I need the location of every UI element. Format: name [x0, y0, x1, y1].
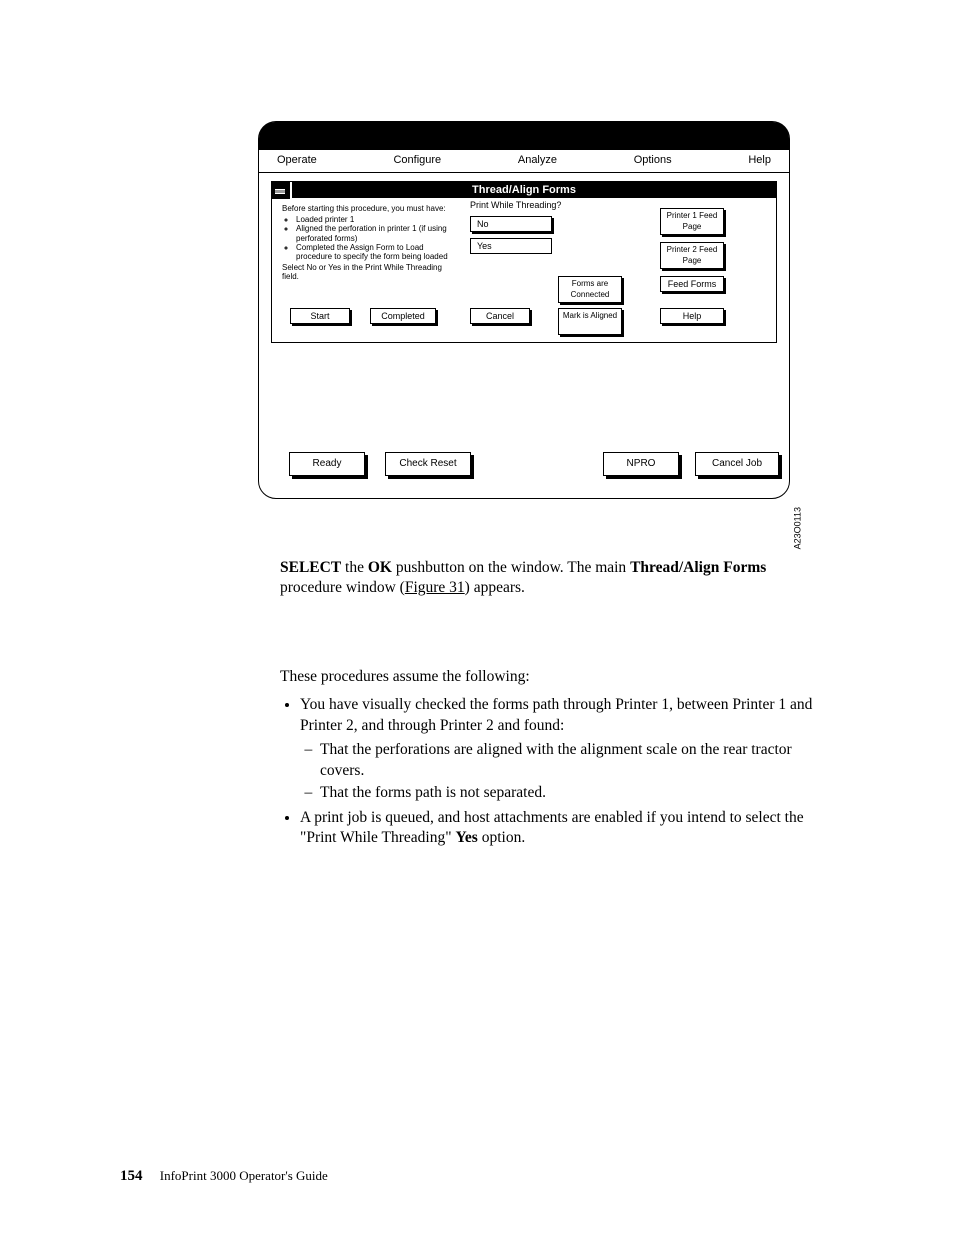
- page-footer: 154 InfoPrint 3000 Operator's Guide: [120, 1168, 328, 1185]
- bullet-forms-path: You have visually checked the forms path…: [300, 695, 814, 803]
- menu-options[interactable]: Options: [634, 154, 672, 166]
- cancel-job-button[interactable]: Cancel Job: [695, 452, 779, 476]
- subbullet-not-separated: That the forms path is not separated.: [320, 783, 814, 803]
- yes-button[interactable]: Yes: [470, 238, 552, 254]
- subbullet-perforations: That the perforations are aligned with t…: [320, 740, 814, 781]
- menu-operate[interactable]: Operate: [277, 154, 317, 166]
- printer1-feed-page-button[interactable]: Printer 1 Feed Page: [660, 208, 724, 235]
- book-title: InfoPrint 3000 Operator's Guide: [160, 1168, 328, 1183]
- no-button[interactable]: No: [470, 216, 552, 232]
- instructions-text: Before starting this procedure, you must…: [282, 204, 457, 282]
- dialog-title-text: Thread/Align Forms: [472, 184, 576, 196]
- select-bold: SELECT: [280, 559, 341, 576]
- figure-screenshot: Operate Configure Analyze Options Help T…: [258, 121, 792, 501]
- body-text: SELECT the OK pushbutton on the window. …: [280, 558, 814, 855]
- feed-forms-button[interactable]: Feed Forms: [660, 276, 724, 292]
- print-while-threading-label: Print While Threading?: [470, 200, 561, 210]
- figure-id: A23O0113: [792, 507, 802, 549]
- forms-connected-button[interactable]: Forms are Connected: [558, 276, 622, 303]
- ready-button[interactable]: Ready: [289, 452, 365, 476]
- thread-align-dialog: Thread/Align Forms Before starting this …: [271, 181, 777, 343]
- menu-analyze[interactable]: Analyze: [518, 154, 557, 166]
- procedures-assume: These procedures assume the following:: [280, 667, 814, 687]
- mark-aligned-button[interactable]: Mark is Aligned: [558, 308, 622, 335]
- menu-bar: Operate Configure Analyze Options Help: [259, 150, 789, 173]
- app-window: Operate Configure Analyze Options Help T…: [258, 121, 790, 499]
- help-button[interactable]: Help: [660, 308, 724, 324]
- npro-button[interactable]: NPRO: [603, 452, 679, 476]
- check-reset-button[interactable]: Check Reset: [385, 452, 471, 476]
- title-bar: [259, 122, 789, 150]
- cancel-button[interactable]: Cancel: [470, 308, 530, 324]
- menu-help[interactable]: Help: [748, 154, 771, 166]
- start-button[interactable]: Start: [290, 308, 350, 324]
- printer2-feed-page-button[interactable]: Printer 2 Feed Page: [660, 242, 724, 269]
- page-number: 154: [120, 1168, 143, 1184]
- dialog-title: Thread/Align Forms: [272, 182, 776, 198]
- menu-configure[interactable]: Configure: [393, 154, 441, 166]
- system-menu-icon[interactable]: [272, 182, 292, 199]
- completed-button[interactable]: Completed: [370, 308, 436, 324]
- bullet-print-job: A print job is queued, and host attachme…: [300, 808, 814, 849]
- bottom-button-row: Ready Check Reset NPRO Cancel Job: [271, 452, 777, 480]
- figure-31-link[interactable]: Figure 31: [405, 579, 465, 596]
